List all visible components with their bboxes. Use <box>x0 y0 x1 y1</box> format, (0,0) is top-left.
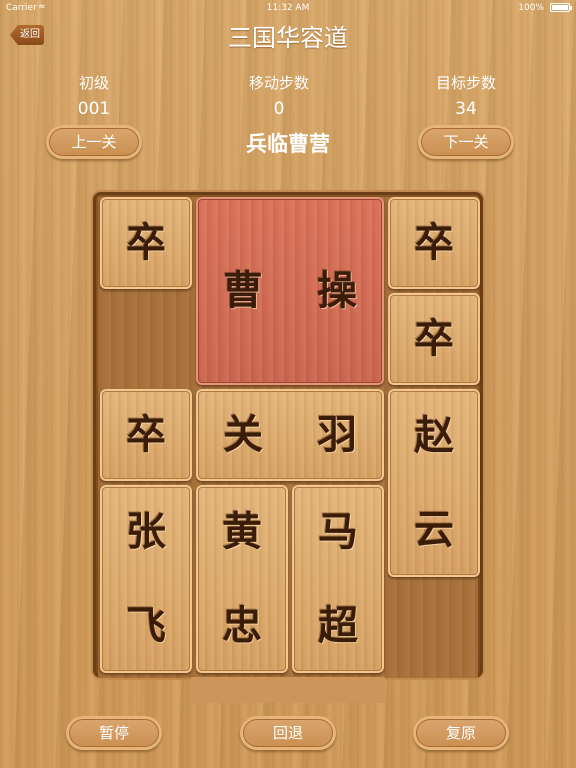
soldier-piece-2[interactable]: 卒 <box>388 197 480 289</box>
zhangfei-piece[interactable]: 张 飞 <box>100 485 192 673</box>
piece-label: 黄 <box>222 508 262 555</box>
status-bar: Carrier ≈ 11:32 AM 100% <box>0 0 576 16</box>
moves-count: 0 <box>273 99 285 119</box>
piece-label: 卒 <box>126 411 166 458</box>
machao-piece[interactable]: 马 超 <box>292 485 384 673</box>
soldier-piece-3[interactable]: 卒 <box>388 293 480 385</box>
guanyu-piece[interactable]: 关 羽 <box>196 389 384 481</box>
soldier-piece-4[interactable]: 卒 <box>100 389 192 481</box>
target-label: 目标步数 <box>435 74 496 92</box>
moves-stat: 移动步数 0 <box>219 72 339 119</box>
difficulty-label: 初级 <box>78 74 109 92</box>
piece-label: 关 <box>223 411 263 458</box>
piece-label: 超 <box>318 602 358 649</box>
target-count: 34 <box>455 99 477 119</box>
board-exit <box>191 677 385 703</box>
next-level-button[interactable]: 下一关 <box>418 125 514 159</box>
piece-label: 卒 <box>126 219 166 266</box>
soldier-piece-1[interactable]: 卒 <box>100 197 192 289</box>
piece-label: 卒 <box>414 315 454 362</box>
moves-label: 移动步数 <box>248 74 309 92</box>
piece-label: 张 <box>126 508 166 555</box>
battery-percent: 100% <box>518 3 544 13</box>
level-number: 001 <box>77 99 111 119</box>
piece-label: 赵 <box>414 412 454 459</box>
page-title: 三国华容道 <box>228 24 348 52</box>
reset-button[interactable]: 复原 <box>413 716 509 750</box>
zhaoyun-piece[interactable]: 赵 云 <box>388 389 480 577</box>
piece-label: 飞 <box>126 602 166 649</box>
piece-label: 曹 <box>223 267 263 314</box>
piece-label: 马 <box>318 508 358 555</box>
undo-button[interactable]: 回退 <box>240 716 336 750</box>
piece-label: 云 <box>414 506 454 553</box>
clock: 11:32 AM <box>266 3 310 13</box>
huangzhong-piece[interactable]: 黄 忠 <box>196 485 288 673</box>
game-board: 卒 曹 操 卒 卒 卒 关 羽 赵 云 张 飞 黄 忠 马 超 <box>93 192 483 703</box>
piece-label: 卒 <box>414 219 454 266</box>
piece-label: 忠 <box>222 602 262 649</box>
difficulty-stat: 初级 001 <box>34 72 154 119</box>
target-stat: 目标步数 34 <box>406 72 526 119</box>
battery-icon <box>550 3 572 12</box>
caocao-piece[interactable]: 曹 操 <box>196 197 384 385</box>
pause-button[interactable]: 暂停 <box>66 716 162 750</box>
piece-label: 羽 <box>317 411 357 458</box>
piece-label: 操 <box>317 267 357 314</box>
